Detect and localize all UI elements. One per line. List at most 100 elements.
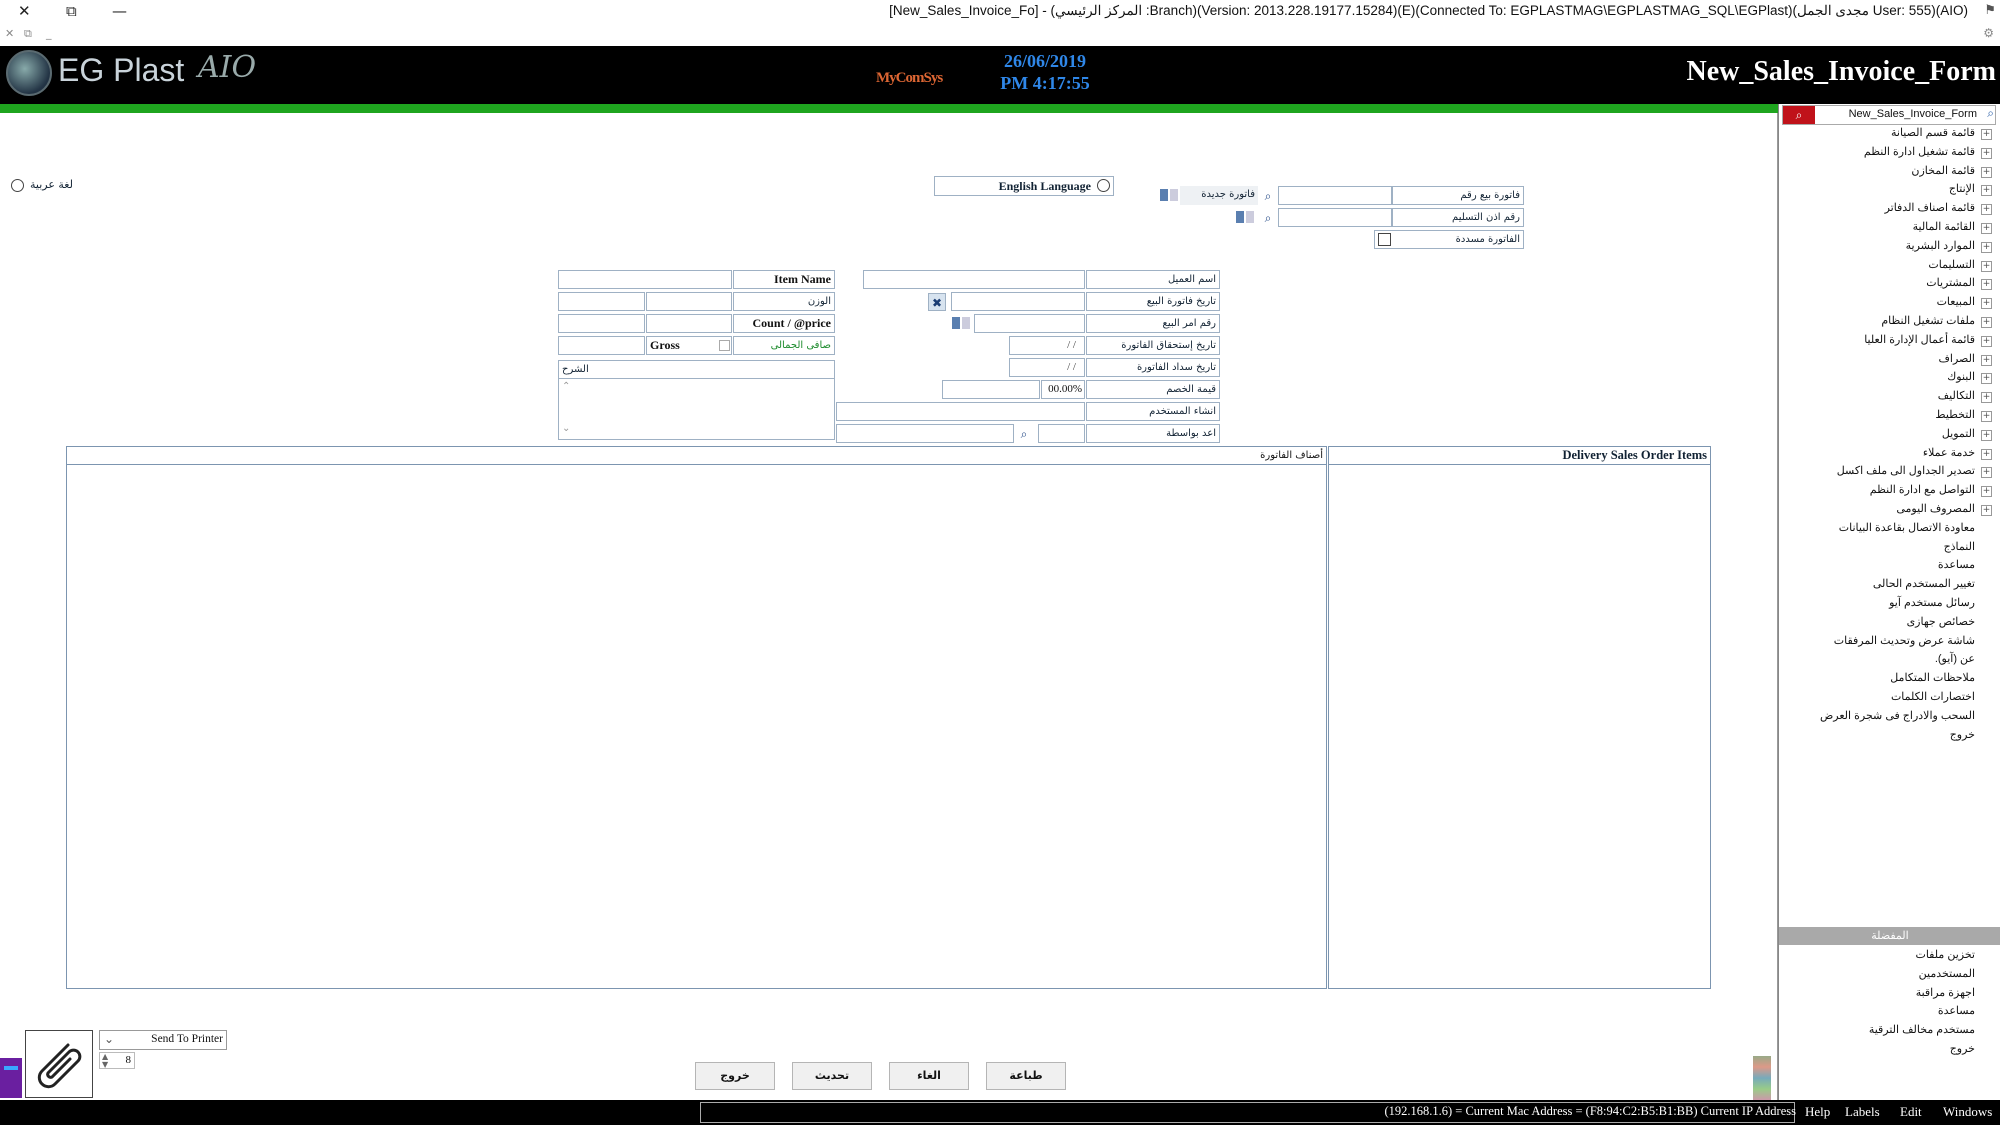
customer-name-input[interactable] <box>863 270 1085 289</box>
favorite-item[interactable]: اجهزة مراقبة <box>1785 986 1995 1005</box>
gross-option[interactable]: Gross <box>646 336 732 355</box>
cancel-button[interactable]: الغاء <box>889 1062 969 1090</box>
discount-value-input[interactable] <box>942 380 1040 399</box>
delivery-items-grid[interactable]: Delivery Sales Order Items <box>1328 446 1711 989</box>
payment-date-input[interactable]: / / <box>1009 358 1085 377</box>
favorite-item[interactable]: خروج <box>1785 1042 1995 1061</box>
sidebar-menu-item[interactable]: خدمة عملاء <box>1785 446 1995 465</box>
sidebar-menu-item[interactable]: قائمة أعمال الإدارة العليا <box>1785 333 1995 352</box>
english-language-option[interactable]: English Language <box>934 176 1114 196</box>
sidebar-menu-item[interactable]: التمويل <box>1785 427 1995 446</box>
menu-labels[interactable]: Labels <box>1845 1104 1880 1120</box>
close-window-button[interactable]: ✕ <box>18 2 31 20</box>
minimize-window-button[interactable]: — <box>112 2 127 20</box>
gross-checkbox[interactable] <box>719 340 730 351</box>
tools-icon[interactable]: ✖ <box>928 293 946 311</box>
invoice-number-input[interactable] <box>1278 186 1392 205</box>
prepared-by-search-icon[interactable]: ⌕ <box>1015 425 1033 443</box>
net-total-input[interactable] <box>558 336 645 355</box>
chevron-down-icon[interactable]: ⌄ <box>104 1032 114 1046</box>
weight-input-1[interactable] <box>558 292 645 311</box>
sidebar-menu-item[interactable]: التسليمات <box>1785 258 1995 277</box>
price-input[interactable] <box>558 314 645 333</box>
restore-window-button[interactable]: ⧉ <box>66 2 77 20</box>
sidebar-menu-item[interactable]: تغيير المستخدم الحالى <box>1785 577 1995 596</box>
arabic-language-radio[interactable] <box>11 179 24 192</box>
sidebar-menu-item[interactable]: تصدير الجداول الى ملف اكسل <box>1785 464 1995 483</box>
scroll-down-icon[interactable]: ⌄ <box>562 423 570 434</box>
mdi-close-icon[interactable]: ✕ <box>5 27 14 40</box>
settings-icon[interactable]: ⚙ <box>1983 26 1994 40</box>
sidebar-menu-item[interactable]: التكاليف <box>1785 389 1995 408</box>
menu-edit[interactable]: Edit <box>1900 1104 1922 1120</box>
prepared-by-code-input[interactable] <box>1038 424 1085 443</box>
sidebar-search-input[interactable]: New_Sales_Invoice_Form <box>1827 108 1977 120</box>
sales-order-toggle-icon[interactable] <box>962 317 970 329</box>
sale-date-input[interactable] <box>951 292 1085 311</box>
menu-help[interactable]: Help <box>1805 1104 1830 1120</box>
sidebar-menu-item[interactable]: ملفات تشغيل النظام <box>1785 314 1995 333</box>
new-invoice-toggle-icon[interactable] <box>1170 189 1178 201</box>
sidebar-menu-item[interactable]: اختصارات الكلمات <box>1785 690 1995 709</box>
sidebar-menu-item[interactable]: البنوك <box>1785 370 1995 389</box>
english-language-radio[interactable] <box>1097 179 1110 192</box>
delivery-toggle-icon[interactable] <box>1246 211 1254 223</box>
description-box[interactable]: الشرح ⌃ ⌄ <box>558 360 835 440</box>
mdi-minimize-icon[interactable]: _ <box>46 27 52 40</box>
sidebar-search[interactable]: ⌕ New_Sales_Invoice_Form ⌕ <box>1782 105 1996 125</box>
delivery-bookmark-icon[interactable] <box>1236 211 1244 223</box>
invoice-search-icon[interactable]: ⌕ <box>1259 187 1277 205</box>
sidebar-menu-item[interactable]: قائمة قسم الصيانة <box>1785 126 1995 145</box>
new-invoice-button[interactable]: فاتورة جديدة <box>1180 186 1258 205</box>
favorite-item[interactable]: مساعدة <box>1785 1004 1995 1023</box>
sidebar-menu-item[interactable]: النماذج <box>1785 540 1995 559</box>
sidebar-menu-item[interactable]: قائمة اصناف الدفاتر <box>1785 201 1995 220</box>
sidebar-menu-item[interactable]: التواصل مع ادارة النظم <box>1785 483 1995 502</box>
weight-input-2[interactable] <box>646 292 732 311</box>
attachment-button[interactable] <box>25 1030 93 1098</box>
sidebar-menu-item[interactable]: المشتريات <box>1785 276 1995 295</box>
sidebar-menu-item[interactable]: المصروف اليومى <box>1785 502 1995 521</box>
refresh-button[interactable]: تحديث <box>792 1062 872 1090</box>
sidebar-menu-item[interactable]: الموارد البشرية <box>1785 239 1995 258</box>
sidebar-menu-item[interactable]: القائمة المالية <box>1785 220 1995 239</box>
created-by-input[interactable] <box>836 402 1085 421</box>
scroll-up-icon[interactable]: ⌃ <box>562 381 570 392</box>
sidebar-menu-item[interactable]: مساعدة <box>1785 558 1995 577</box>
due-date-input[interactable]: / / <box>1009 336 1085 355</box>
discount-percent-input[interactable]: 00.00% <box>1041 380 1085 399</box>
sidebar-menu-item[interactable]: السحب والادراج فى شجرة العرض <box>1785 709 1995 728</box>
item-name-input[interactable] <box>558 270 732 289</box>
copies-stepper[interactable]: ▲ ▼ 8 <box>99 1052 135 1069</box>
stepper-down-icon[interactable]: ▼ <box>102 1060 108 1069</box>
favorite-item[interactable]: مستخدم مخالف الترقية <box>1785 1023 1995 1042</box>
mdi-restore-icon[interactable]: ⧉ <box>24 27 32 41</box>
menu-windows[interactable]: Windows <box>1943 1104 1992 1120</box>
favorite-item[interactable]: تخزين ملفات <box>1785 948 1995 967</box>
sidebar-menu-item[interactable]: خروج <box>1785 728 1995 747</box>
side-tab[interactable] <box>0 1058 22 1098</box>
search-icon[interactable]: ⌕ <box>1783 106 1815 124</box>
sidebar-menu-item[interactable]: معاودة الاتصال بقاعدة البيانات <box>1785 521 1995 540</box>
favorite-item[interactable]: المستخدمين <box>1785 967 1995 986</box>
find-icon[interactable]: ⌕ <box>1987 106 1994 121</box>
sidebar-menu-item[interactable]: الصراف <box>1785 352 1995 371</box>
printer-select[interactable]: ⌄ Send To Printer <box>99 1030 227 1050</box>
sales-order-input[interactable] <box>974 314 1085 333</box>
sidebar-menu-item[interactable]: عن (آيو). <box>1785 652 1995 671</box>
prepared-by-name-input[interactable] <box>836 424 1014 443</box>
sidebar-menu-item[interactable]: ملاحظات المتكامل <box>1785 671 1995 690</box>
delivery-search-icon[interactable]: ⌕ <box>1259 209 1277 227</box>
exit-button[interactable]: خروج <box>695 1062 775 1090</box>
sidebar-menu-item[interactable]: رسائل مستخدم آيو <box>1785 596 1995 615</box>
count-input[interactable] <box>646 314 732 333</box>
sales-order-bookmark-icon[interactable] <box>952 317 960 329</box>
sidebar-menu-item[interactable]: خصائص جهازى <box>1785 615 1995 634</box>
sidebar-menu-item[interactable]: المبيعات <box>1785 295 1995 314</box>
print-button[interactable]: طباعة <box>986 1062 1066 1090</box>
sidebar-menu-item[interactable]: الإنتاج <box>1785 182 1995 201</box>
new-invoice-icon[interactable] <box>1160 189 1168 201</box>
sidebar-menu-item[interactable]: التخطيط <box>1785 408 1995 427</box>
sidebar-menu-item[interactable]: قائمة تشغيل ادارة النظم <box>1785 145 1995 164</box>
paid-invoice-checkbox[interactable] <box>1378 233 1391 246</box>
